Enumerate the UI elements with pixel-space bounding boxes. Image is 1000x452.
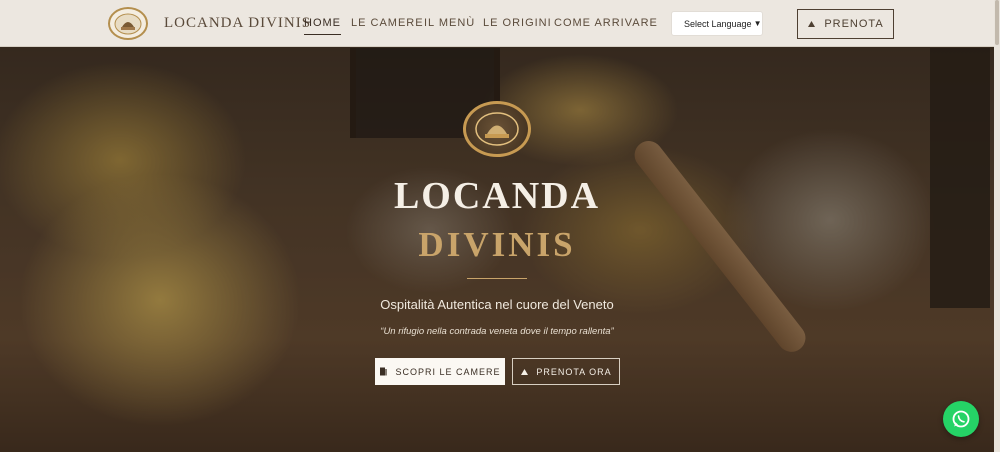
hero-title: LOCANDA — [393, 175, 601, 217]
logo-emblem-icon — [475, 112, 519, 146]
bell-icon — [808, 21, 816, 27]
top-navbar: LOCANDA DIVINIS HOME LE CAMERE IL MENÙ L… — [0, 0, 1000, 47]
brand-name[interactable]: LOCANDA DIVINIS — [164, 15, 311, 32]
page-scrollbar[interactable] — [994, 0, 1000, 452]
hero-logo — [463, 101, 531, 157]
language-select[interactable]: Select Language ▼ — [671, 11, 763, 36]
language-select-label: Select Language — [684, 18, 752, 29]
brand-logo[interactable] — [108, 7, 148, 40]
nav-link-home[interactable]: HOME — [304, 17, 341, 35]
whatsapp-icon — [952, 410, 970, 428]
hero-subtitle: DIVINIS — [418, 225, 576, 264]
bell-icon — [521, 368, 529, 375]
hero-tagline: Ospitalità Autentica nel cuore del Venet… — [380, 297, 614, 312]
scopri-le-camere-button[interactable]: SCOPRI LE CAMERE — [375, 358, 505, 385]
whatsapp-chat-button[interactable] — [943, 401, 979, 437]
nav-link-le-camere[interactable]: LE CAMERE — [351, 17, 424, 29]
caret-down-icon: ▼ — [753, 19, 762, 28]
nav-link-le-origini[interactable]: LE ORIGINI — [483, 17, 552, 29]
prenota-button-label: PRENOTA — [824, 18, 884, 30]
prenota-ora-label: PRENOTA ORA — [536, 366, 612, 377]
prenota-button[interactable]: PRENOTA — [797, 9, 894, 39]
hero-divider — [467, 278, 527, 279]
door-icon — [380, 367, 388, 376]
scopri-le-camere-label: SCOPRI LE CAMERE — [395, 366, 501, 377]
prenota-ora-button[interactable]: PRENOTA ORA — [512, 358, 620, 385]
nav-link-il-menu[interactable]: IL MENÙ — [424, 17, 475, 29]
nav-link-come-arrivare[interactable]: COME ARRIVARE — [554, 17, 658, 29]
scrollbar-thumb[interactable] — [995, 0, 999, 45]
logo-emblem-icon — [114, 13, 142, 34]
hero-quote: “Un rifugio nella contrada veneta dove i… — [380, 326, 614, 337]
